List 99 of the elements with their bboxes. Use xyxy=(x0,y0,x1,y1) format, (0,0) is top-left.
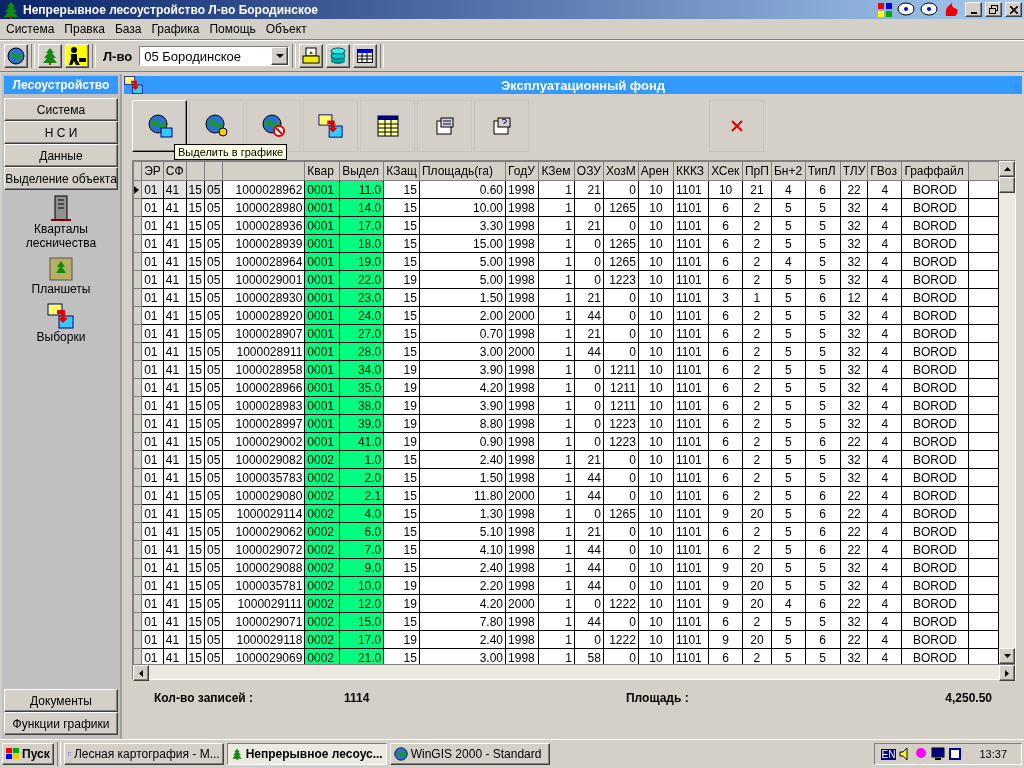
vertical-scrollbar[interactable] xyxy=(999,161,1015,664)
scroll-thumb[interactable] xyxy=(999,177,1015,193)
scroll-up-icon xyxy=(1003,167,1011,171)
sidebar-button[interactable]: Документы xyxy=(4,689,118,712)
column-header[interactable]: ГВоз xyxy=(867,161,902,181)
language-indicator[interactable]: EN xyxy=(880,748,897,760)
menu-item[interactable]: Помощь xyxy=(205,22,262,36)
dropdown-arrow-icon xyxy=(275,54,284,58)
sidebar-button[interactable]: Система xyxy=(4,98,118,121)
horizontal-scrollbar[interactable] xyxy=(133,664,1015,679)
keyboard-layout-icon[interactable] xyxy=(948,747,963,761)
tables-icon xyxy=(47,302,75,330)
start-button[interactable]: Пуск xyxy=(2,743,54,765)
app-icon xyxy=(2,0,20,19)
sidebar-item[interactable]: Планшеты xyxy=(2,254,120,298)
column-header[interactable]: ХозМ xyxy=(603,161,639,181)
minimize-icon xyxy=(970,11,977,14)
menu-item[interactable]: Правка xyxy=(60,22,111,36)
tooltip: Выделить в графике xyxy=(174,144,288,160)
sidebar-button[interactable]: Выделение объекта xyxy=(4,167,118,190)
palette-icon[interactable] xyxy=(877,1,893,18)
menu-item[interactable]: Графика xyxy=(147,22,206,36)
scroll-right-icon xyxy=(1005,669,1009,677)
tree-button[interactable] xyxy=(38,44,62,68)
taskbar-button[interactable]: WinGIS 2000 - Standard xyxy=(389,743,550,765)
restore-icon xyxy=(989,5,998,14)
table-icon xyxy=(357,49,374,63)
grid-icon xyxy=(376,115,399,137)
record-count-label: Кол-во записей : xyxy=(154,691,255,705)
column-header[interactable]: Выдел xyxy=(339,161,384,181)
restore-button[interactable] xyxy=(985,2,1002,17)
monitor-icon[interactable] xyxy=(931,747,946,761)
column-header[interactable]: ПрП xyxy=(742,161,772,181)
sidebar-button[interactable]: Данные xyxy=(4,144,118,167)
worker-button[interactable] xyxy=(65,44,89,68)
area-total: 4,250.50 xyxy=(945,691,992,705)
scroll-down-icon xyxy=(1003,654,1011,658)
table-button[interactable] xyxy=(353,44,378,68)
minimize-button[interactable] xyxy=(965,2,982,17)
tree-icon xyxy=(230,747,243,761)
tables-icon xyxy=(317,113,344,139)
column-header[interactable]: Площадь(га) xyxy=(419,161,506,181)
column-header[interactable]: ТЛУ xyxy=(840,161,868,181)
database-icon xyxy=(330,47,347,65)
taskbar-button[interactable]: Непрерывное лесоус... xyxy=(226,743,387,765)
globe-button[interactable] xyxy=(4,44,28,68)
tower-icon xyxy=(50,194,72,222)
column-header[interactable]: Бн+2 xyxy=(771,161,806,181)
column-header[interactable]: ХСек xyxy=(708,161,743,181)
sidebar-item[interactable]: Выборки xyxy=(2,300,120,346)
current-row-icon xyxy=(134,185,139,194)
form-icon xyxy=(434,116,455,136)
sidebar-button[interactable]: Н С И xyxy=(4,121,118,144)
sidebar-title: Лесоустройство xyxy=(4,76,118,94)
close-icon xyxy=(1009,5,1018,14)
forestry-label: Л-во xyxy=(103,48,133,64)
close-button[interactable] xyxy=(1005,2,1022,17)
forestry-select[interactable]: 05 Бородинское xyxy=(139,46,290,66)
sidebar-button[interactable]: Функции графики xyxy=(4,712,118,735)
printer-icon xyxy=(302,47,321,65)
globe-ban-icon xyxy=(260,113,287,139)
globe-icon xyxy=(393,747,408,761)
windows-logo-icon xyxy=(6,748,20,760)
clock: 13:37 xyxy=(979,748,1007,760)
globe-icon xyxy=(7,47,25,65)
column-header[interactable]: СФ xyxy=(163,161,187,181)
column-header[interactable]: КЗем xyxy=(538,161,575,181)
column-header[interactable]: КЗащ xyxy=(383,161,420,181)
globe-pin-icon xyxy=(203,113,230,139)
record-count: 1114 xyxy=(344,691,370,705)
column-header[interactable]: ТипЛ xyxy=(805,161,841,181)
panel-title: Эксплуатационный фонд xyxy=(499,77,667,93)
column-header[interactable]: Квар xyxy=(304,161,340,181)
window-title: Непрерывное лесоустройство Л-во Бородинское xyxy=(23,2,319,17)
column-header[interactable] xyxy=(222,161,305,181)
print-button[interactable] xyxy=(299,44,324,68)
taskbar-button[interactable]: Лесная картография - М... xyxy=(63,743,224,765)
tables-icon xyxy=(124,75,144,95)
row-indicator[interactable] xyxy=(133,180,142,199)
column-header[interactable]: ГодУ xyxy=(505,161,539,181)
database-button[interactable] xyxy=(326,44,351,68)
scroll-left-icon xyxy=(139,669,143,677)
worker-icon xyxy=(67,46,87,66)
column-header[interactable]: Граффайл xyxy=(901,161,969,181)
globe-table-icon xyxy=(146,113,173,139)
sidebar-item[interactable]: Кварталы лесничества xyxy=(2,192,120,252)
form-help-icon xyxy=(491,116,512,136)
menu-item[interactable]: База xyxy=(110,22,148,36)
menu-item[interactable]: Система xyxy=(2,22,61,36)
column-header[interactable]: ОЗУ xyxy=(574,161,604,181)
map-icon xyxy=(48,256,74,282)
area-label: Площадь : xyxy=(626,691,689,705)
column-header[interactable]: ЭР xyxy=(141,161,164,181)
column-header[interactable]: КККЗ xyxy=(673,161,709,181)
tree-icon xyxy=(41,47,59,65)
close-icon xyxy=(729,119,744,133)
menu-item[interactable]: Объект xyxy=(261,22,313,36)
column-header[interactable]: Арен xyxy=(638,161,674,181)
tool-button[interactable] xyxy=(360,100,415,152)
